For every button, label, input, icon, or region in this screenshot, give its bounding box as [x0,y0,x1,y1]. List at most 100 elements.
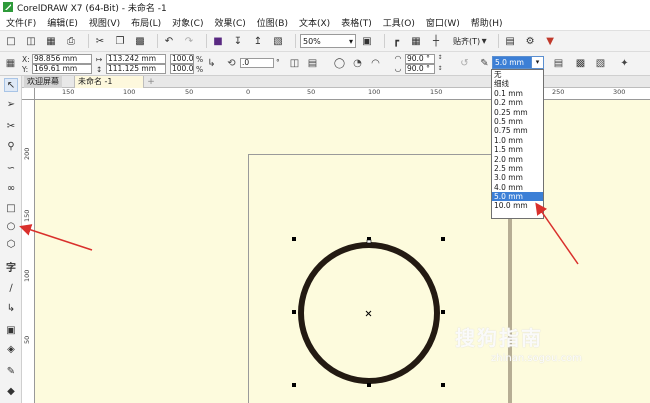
object-origin-icon[interactable]: ▦ [4,57,17,70]
menu-effects[interactable]: 效果(C) [214,16,245,29]
ellipse-node[interactable] [366,239,372,244]
y-position-field[interactable]: 169.61 mm [32,64,92,74]
outline-option[interactable]: 1.0 mm [492,136,543,145]
drop-shadow-tool-icon[interactable]: ▣ [4,323,18,337]
mirror-vertical-icon[interactable]: ▤ [306,57,319,70]
crop-tool-icon[interactable]: ✂ [4,119,18,133]
x-position-field[interactable]: 98.856 mm [32,54,92,64]
print-icon[interactable]: ⎙ [64,34,78,48]
handle-top-right[interactable] [441,237,445,241]
outline-option[interactable]: 2.5 mm [492,164,543,173]
horizontal-ruler[interactable]: 150 100 50 0 50 100 150 200 250 300 [35,88,650,100]
chevron-down-icon[interactable]: ▾ [480,34,488,48]
snap-to-button[interactable]: 贴齐(T) [453,36,480,47]
end-angle-field[interactable]: 90.0 ° [405,64,435,74]
handle-left[interactable] [292,310,296,314]
application-launcher-icon[interactable]: ▼ [543,34,557,48]
tab-welcome-screen[interactable]: 欢迎屏幕 [24,76,62,88]
outline-option[interactable]: 0.75 mm [492,126,543,135]
start-angle-field[interactable]: 90.0 ° [405,54,435,64]
redo-icon[interactable]: ↷ [182,34,196,48]
text-tool-icon[interactable]: 字 [4,259,18,274]
rotation-angle-field[interactable]: .0 [240,58,274,68]
connector-tool-icon[interactable]: ↳ [4,301,18,315]
menu-window[interactable]: 窗口(W) [426,16,460,29]
menu-help[interactable]: 帮助(H) [471,16,503,29]
outline-option-selected[interactable]: 5.0 mm [492,192,543,202]
menu-table[interactable]: 表格(T) [341,16,372,29]
ellipse-tool-icon[interactable]: ○ [4,219,18,233]
transparency-tool-icon[interactable]: ◈ [4,342,18,356]
shape-tool-icon[interactable]: ➢ [4,97,18,111]
angle-stepper-icon[interactable]: ↕ [436,52,444,63]
menu-edit[interactable]: 编辑(E) [47,16,78,29]
outline-option[interactable]: 10.0 mm [492,201,543,210]
ruler-origin[interactable] [22,88,35,100]
menu-view[interactable]: 视图(V) [89,16,120,29]
vertical-ruler[interactable]: 200 150 100 50 [22,100,35,403]
arc-icon[interactable]: ◠ [369,57,382,70]
export-icon[interactable]: ↥ [251,34,265,48]
outline-option[interactable]: 2.0 mm [492,155,543,164]
menu-bitmaps[interactable]: 位图(B) [257,16,288,29]
add-tab-icon[interactable]: + [146,77,156,87]
handle-bottom[interactable] [367,383,371,387]
handle-bottom-right[interactable] [441,383,445,387]
to-front-icon[interactable]: ▩ [574,57,587,70]
tab-untitled-1[interactable]: 未命名 -1 [74,76,144,88]
outline-option-hairline[interactable]: 细线 [492,79,543,88]
paste-icon[interactable]: ▩ [133,34,147,48]
zoom-tool-icon[interactable]: ⚲ [4,139,18,153]
chevron-down-icon[interactable]: ▾ [531,57,543,68]
outline-option[interactable]: 0.1 mm [492,89,543,98]
lock-ratio-icon[interactable]: ↳ [205,57,218,70]
pie-icon[interactable]: ◔ [351,57,364,70]
ellipse-icon[interactable]: ◯ [333,57,346,70]
new-document-icon[interactable]: □ [4,34,18,48]
handle-right[interactable] [441,310,445,314]
copy-icon[interactable]: ❐ [113,34,127,48]
show-grid-icon[interactable]: ▦ [409,34,423,48]
zoom-level-select[interactable]: 50% ▾ [300,34,356,48]
outline-option[interactable]: 3.0 mm [492,173,543,182]
outline-width-select[interactable]: 5.0 mm ▾ [492,56,544,69]
welcome-screen-icon[interactable]: ▤ [503,34,517,48]
mirror-horizontal-icon[interactable]: ◫ [288,57,301,70]
color-eyedropper-icon[interactable]: ✎ [4,364,18,378]
scale-y-field[interactable]: 100.0 [170,64,194,74]
outline-option[interactable]: 0.25 mm [492,108,543,117]
search-content-icon[interactable]: ■ [211,34,225,48]
show-guidelines-icon[interactable]: ┼ [429,34,443,48]
full-screen-preview-icon[interactable]: ▣ [360,34,374,48]
outline-option[interactable]: 1.5 mm [492,145,543,154]
import-icon[interactable]: ↧ [231,34,245,48]
convert-to-curves-icon[interactable]: ✦ [618,57,631,70]
handle-bottom-left[interactable] [292,383,296,387]
interactive-fill-icon[interactable]: ◆ [4,384,18,398]
artistic-media-tool-icon[interactable]: ∞ [4,181,18,195]
scale-x-field[interactable]: 100.0 [170,54,194,64]
dimension-tool-icon[interactable]: ∕ [4,281,18,295]
width-field[interactable]: 113.242 mm [106,54,166,64]
show-rulers-icon[interactable]: ┏ [389,34,403,48]
open-folder-icon[interactable]: ◫ [24,34,38,48]
cut-icon[interactable]: ✂ [93,34,107,48]
menu-object[interactable]: 对象(C) [172,16,203,29]
outline-option[interactable]: 0.5 mm [492,117,543,126]
polygon-tool-icon[interactable]: ⬡ [4,237,18,251]
undo-icon[interactable]: ↶ [162,34,176,48]
publish-pdf-icon[interactable]: ▧ [271,34,285,48]
freehand-tool-icon[interactable]: ∽ [4,161,18,175]
outline-option[interactable]: 0.2 mm [492,98,543,107]
pick-tool-icon[interactable]: ↖ [4,78,18,92]
change-direction-icon[interactable]: ↺ [458,57,471,70]
angle-stepper-icon[interactable]: ↕ [436,63,444,74]
menu-layout[interactable]: 布局(L) [131,16,161,29]
menu-text[interactable]: 文本(X) [299,16,330,29]
text-wrap-icon[interactable]: ▤ [552,57,565,70]
height-field[interactable]: 111.125 mm [106,64,166,74]
options-icon[interactable]: ⚙ [523,34,537,48]
rectangle-tool-icon[interactable]: □ [4,201,18,215]
to-back-icon[interactable]: ▧ [594,57,607,70]
menu-tools[interactable]: 工具(O) [383,16,415,29]
